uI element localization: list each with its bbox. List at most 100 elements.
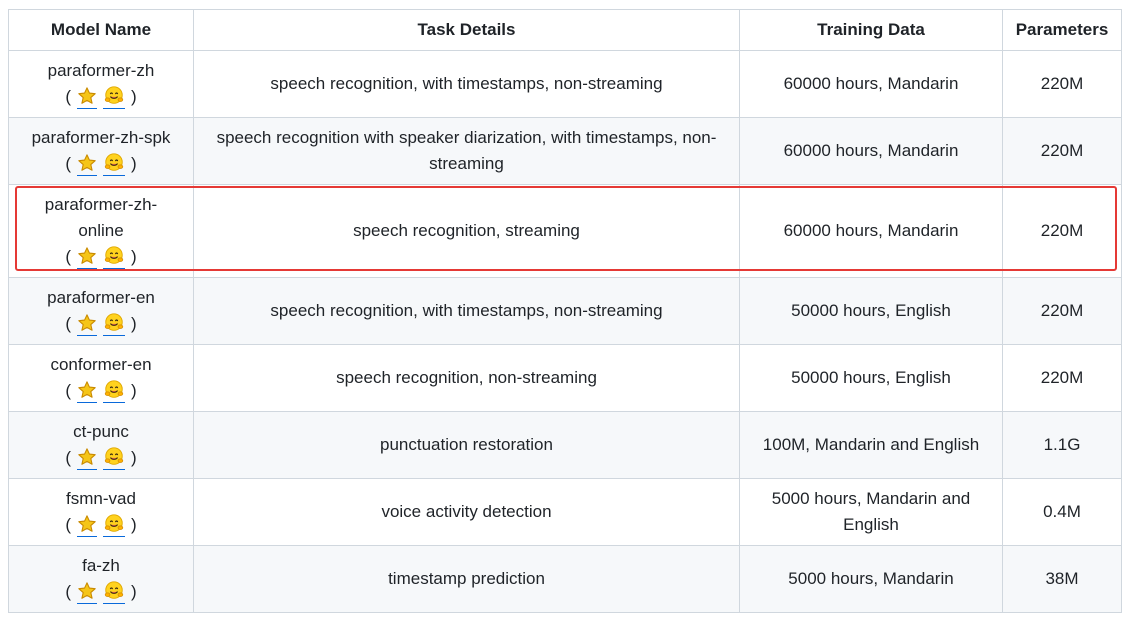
model-links: ( )	[65, 579, 137, 605]
model-cell: ct-punc ( )	[8, 411, 194, 479]
star-icon	[77, 581, 97, 601]
hugging-face-icon	[103, 580, 125, 602]
table-row: paraformer-zh-spk ( ) speech recognition…	[8, 117, 1122, 185]
modelscope-star-link[interactable]	[77, 513, 97, 537]
huggingface-link[interactable]	[103, 152, 125, 176]
parameters-cell: 220M	[1002, 184, 1122, 278]
model-links: ( )	[65, 512, 137, 538]
parameters-cell: 220M	[1002, 344, 1122, 412]
table-row: ct-punc ( ) punctuation restoration 100M…	[8, 411, 1122, 479]
modelscope-star-link[interactable]	[77, 312, 97, 336]
table-row: fsmn-vad ( ) voice activity detection 50…	[8, 478, 1122, 546]
parameters-cell: 220M	[1002, 50, 1122, 118]
close-paren: )	[131, 87, 137, 106]
close-paren: )	[131, 582, 137, 601]
model-cell: paraformer-zh-spk ( )	[8, 117, 194, 185]
table-row: fa-zh ( ) timestamp prediction 5000 hour…	[8, 545, 1122, 613]
huggingface-link[interactable]	[103, 446, 125, 470]
close-paren: )	[131, 448, 137, 467]
training-data-cell: 100M, Mandarin and English	[739, 411, 1003, 479]
hugging-face-icon	[103, 152, 125, 174]
hugging-face-icon	[103, 513, 125, 535]
parameters-cell: 0.4M	[1002, 478, 1122, 546]
model-name: paraformer-zh	[47, 61, 155, 80]
close-paren: )	[131, 154, 137, 173]
parameters-cell: 38M	[1002, 545, 1122, 613]
training-data-cell: 5000 hours, Mandarin and English	[739, 478, 1003, 546]
hugging-face-icon	[103, 379, 125, 401]
model-cell: fa-zh ( )	[8, 545, 194, 613]
modelscope-star-link[interactable]	[77, 580, 97, 604]
task-cell: voice activity detection	[193, 478, 740, 546]
modelscope-star-link[interactable]	[77, 245, 97, 269]
close-paren: )	[131, 515, 137, 534]
hugging-face-icon	[103, 245, 125, 267]
table-row: paraformer-zh ( ) speech recognition, wi…	[8, 50, 1122, 118]
model-links: ( )	[65, 445, 137, 471]
huggingface-link[interactable]	[103, 580, 125, 604]
close-paren: )	[131, 247, 137, 266]
open-paren: (	[65, 582, 71, 601]
table-row: paraformer-en ( ) speech recognition, wi…	[8, 277, 1122, 345]
modelscope-star-link[interactable]	[77, 152, 97, 176]
model-name: paraformer-en	[47, 288, 155, 307]
task-cell: speech recognition, streaming	[193, 184, 740, 278]
model-name: fsmn-vad	[66, 489, 136, 508]
parameters-cell: 1.1G	[1002, 411, 1122, 479]
huggingface-link[interactable]	[103, 513, 125, 537]
model-cell: paraformer-zh-online ( )	[8, 184, 194, 278]
model-cell: paraformer-en ( )	[8, 277, 194, 345]
huggingface-link[interactable]	[103, 245, 125, 269]
training-data-cell: 60000 hours, Mandarin	[739, 50, 1003, 118]
task-cell: speech recognition, with timestamps, non…	[193, 277, 740, 345]
training-data-cell: 50000 hours, English	[739, 277, 1003, 345]
training-data-cell: 60000 hours, Mandarin	[739, 184, 1003, 278]
modelscope-star-link[interactable]	[77, 85, 97, 109]
model-links: ( )	[65, 84, 137, 110]
parameters-cell: 220M	[1002, 117, 1122, 185]
star-icon	[77, 447, 97, 467]
models-table-container: Model Name Task Details Training Data Pa…	[8, 9, 1122, 613]
star-icon	[77, 380, 97, 400]
open-paren: (	[65, 314, 71, 333]
task-cell: speech recognition, non-streaming	[193, 344, 740, 412]
task-cell: timestamp prediction	[193, 545, 740, 613]
model-links: ( )	[65, 378, 137, 404]
star-icon	[77, 313, 97, 333]
open-paren: (	[65, 515, 71, 534]
model-name: paraformer-zh-spk	[31, 128, 171, 147]
task-cell: speech recognition with speaker diarizat…	[193, 117, 740, 185]
task-cell: punctuation restoration	[193, 411, 740, 479]
model-name: paraformer-zh-online	[44, 195, 158, 240]
star-icon	[77, 86, 97, 106]
star-icon	[77, 514, 97, 534]
close-paren: )	[131, 314, 137, 333]
model-name: conformer-en	[50, 355, 152, 374]
header-task-details: Task Details	[193, 9, 740, 51]
star-icon	[77, 246, 97, 266]
huggingface-link[interactable]	[103, 85, 125, 109]
huggingface-link[interactable]	[103, 379, 125, 403]
model-cell: paraformer-zh ( )	[8, 50, 194, 118]
open-paren: (	[65, 247, 71, 266]
hugging-face-icon	[103, 312, 125, 334]
parameters-cell: 220M	[1002, 277, 1122, 345]
training-data-cell: 50000 hours, English	[739, 344, 1003, 412]
modelscope-star-link[interactable]	[77, 379, 97, 403]
open-paren: (	[65, 381, 71, 400]
modelscope-star-link[interactable]	[77, 446, 97, 470]
table-row-highlighted: paraformer-zh-online ( ) speech recognit…	[8, 184, 1122, 278]
model-links: ( )	[65, 311, 137, 337]
star-icon	[77, 153, 97, 173]
header-parameters: Parameters	[1002, 9, 1122, 51]
models-table: Model Name Task Details Training Data Pa…	[8, 9, 1122, 613]
model-cell: fsmn-vad ( )	[8, 478, 194, 546]
open-paren: (	[65, 154, 71, 173]
model-name: fa-zh	[82, 556, 120, 575]
training-data-cell: 5000 hours, Mandarin	[739, 545, 1003, 613]
huggingface-link[interactable]	[103, 312, 125, 336]
header-model-name: Model Name	[8, 9, 194, 51]
hugging-face-icon	[103, 446, 125, 468]
model-links: ( )	[65, 244, 137, 270]
close-paren: )	[131, 381, 137, 400]
